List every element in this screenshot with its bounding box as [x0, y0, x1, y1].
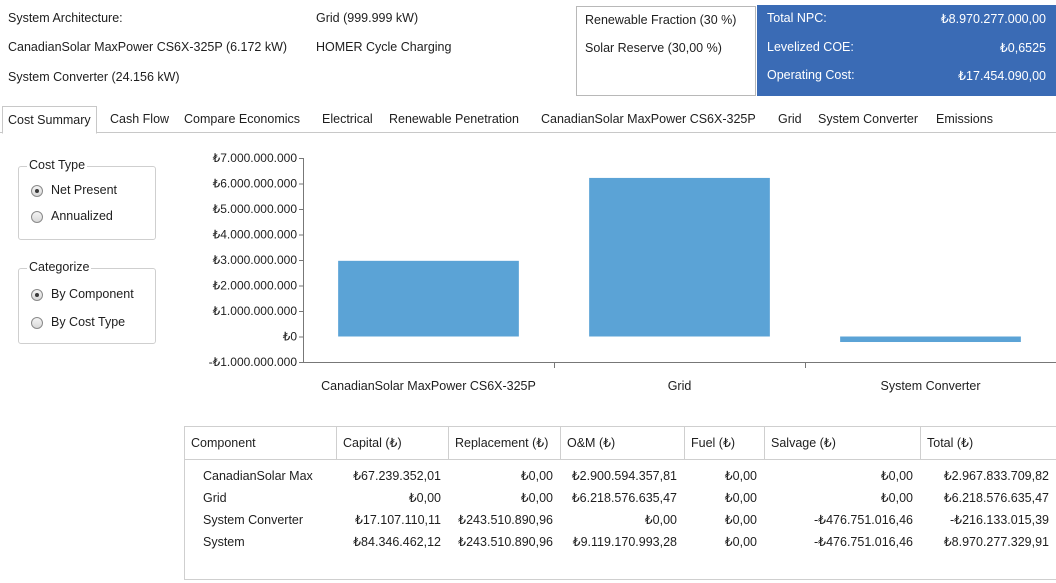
cell-fuel: ₺0,00: [724, 491, 757, 505]
cell-fuel: ₺0,00: [724, 535, 757, 549]
lcoe-label: Levelized COE:: [767, 40, 854, 54]
column-header-replacement[interactable]: Replacement (₺): [449, 427, 561, 460]
cell-fuel: ₺0,00: [724, 513, 757, 527]
table-row[interactable]: System ₺84.346.462,12 ₺243.510.890,96 ₺9.11…: [185, 532, 1056, 552]
column-header-salvage[interactable]: Salvage (₺): [765, 427, 921, 460]
y-tick-label: ₺1.000.000.000: [213, 304, 298, 318]
operating-cost-value: ₺17.454.090,00: [958, 69, 1046, 83]
total-npc-row: Total NPC: ₺8.970.277.000,00: [767, 11, 1046, 33]
cell-om: ₺9.119.170.993,28: [572, 535, 677, 549]
bar: [589, 177, 770, 337]
lcoe-value: ₺0,6525: [999, 41, 1046, 55]
table-row[interactable]: Grid ₺0,00 ₺0,00 ₺6.218.576.635,47 ₺0,00 ₺0,0…: [185, 488, 1056, 508]
cell-fuel: ₺0,00: [724, 469, 757, 483]
cost-totals-panel: Total NPC: ₺8.970.277.000,00 Levelized C…: [757, 5, 1056, 96]
x-category-label: Grid: [668, 379, 692, 393]
total-npc-value: ₺8.970.277.000,00: [940, 12, 1046, 26]
lcoe-row: Levelized COE: ₺0,6525: [767, 40, 1046, 62]
cell-component: CanadianSolar Max: [203, 469, 313, 483]
x-category-label: System Converter: [880, 379, 980, 393]
categorize-title: Categorize: [27, 260, 92, 274]
cell-om: ₺6.218.576.635,47: [571, 491, 677, 505]
converter-architecture-text: System Converter (24.156 kW): [8, 70, 180, 84]
dispatch-strategy-text: HOMER Cycle Charging: [316, 40, 452, 54]
cost-type-group: Cost Type Net Present Annualized: [18, 158, 156, 240]
pv-architecture-text: CanadianSolar MaxPower CS6X-325P (6.172 …: [8, 40, 288, 54]
cell-replacement: ₺243.510.890,96: [458, 535, 553, 549]
y-tick-label: ₺5.000.000.000: [213, 202, 298, 216]
y-tick-label: ₺3.000.000.000: [213, 253, 298, 267]
by-component-label: By Component: [51, 287, 134, 301]
tab-canadiansolar[interactable]: CanadianSolar MaxPower CS6X-325P: [541, 108, 756, 130]
cell-salvage: -₺476.751.016,46: [813, 535, 913, 549]
annualized-label: Annualized: [51, 209, 113, 223]
cell-replacement: ₺243.510.890,96: [458, 513, 553, 527]
total-npc-label: Total NPC:: [767, 11, 827, 25]
operating-cost-label: Operating Cost:: [767, 68, 855, 82]
table-row[interactable]: CanadianSolar Max ₺67.239.352,01 ₺0,00 ₺2.9…: [185, 466, 1056, 486]
renewable-fraction-text: Renewable Fraction (30 %): [585, 13, 737, 27]
cell-capital: ₺67.239.352,01: [353, 469, 441, 483]
tab-renewable-penetration[interactable]: Renewable Penetration: [389, 108, 519, 130]
y-tick-label: ₺6.000.000.000: [213, 177, 298, 191]
system-summary-header: System Architecture: CanadianSolar MaxPo…: [0, 0, 1056, 100]
table-row[interactable]: System Converter ₺17.107.110,11 ₺243.510.8…: [185, 510, 1056, 530]
radio-unselected-icon: [31, 211, 43, 223]
cell-capital: ₺17.107.110,11: [354, 513, 441, 527]
bar: [840, 336, 1021, 343]
cost-summary-chart: ₺7.000.000.000 ₺6.000.000.000 ₺5.000.000.0…: [209, 151, 1056, 393]
cell-om: ₺2.900.594.357,81: [571, 469, 677, 483]
cell-replacement: ₺0,00: [520, 469, 553, 483]
y-tick-label: ₺7.000.000.000: [213, 151, 298, 165]
radio-unselected-icon: [31, 317, 43, 329]
grid-architecture-text: Grid (999.999 kW): [316, 11, 419, 25]
cell-salvage: ₺0,00: [880, 469, 913, 483]
cost-type-title: Cost Type: [27, 158, 88, 172]
tab-system-converter[interactable]: System Converter: [818, 108, 918, 130]
column-header-component[interactable]: Component: [185, 427, 337, 460]
solar-reserve-text: Solar Reserve (30,00 %): [585, 41, 722, 55]
tab-cash-flow[interactable]: Cash Flow: [110, 108, 169, 130]
tab-compare-economics[interactable]: Compare Economics: [184, 108, 300, 130]
cell-replacement: ₺0,00: [520, 491, 553, 505]
y-tick-label: ₺0: [283, 330, 298, 344]
cell-component: Grid: [203, 491, 227, 505]
tab-emissions[interactable]: Emissions: [936, 108, 993, 130]
cell-capital: ₺84.346.462,12: [353, 535, 441, 549]
system-architecture-label: System Architecture:: [8, 11, 123, 25]
results-tab-bar: Cost Summary Cash Flow Compare Economics…: [0, 104, 1056, 134]
tab-electrical[interactable]: Electrical: [322, 108, 373, 130]
y-tick-label: -₺1.000.000.000: [209, 355, 298, 369]
column-header-total[interactable]: Total (₺): [921, 427, 1056, 460]
x-category-label: CanadianSolar MaxPower CS6X-325P: [321, 379, 536, 393]
categorize-group: Categorize By Component By Cost Type: [18, 260, 156, 344]
y-tick-label: ₺4.000.000.000: [213, 228, 298, 242]
y-tick-label: ₺2.000.000.000: [213, 279, 298, 293]
cell-capital: ₺0,00: [408, 491, 441, 505]
cell-salvage: -₺476.751.016,46: [813, 513, 913, 527]
cell-total: ₺6.218.576.635,47: [943, 491, 1049, 505]
column-header-capital[interactable]: Capital (₺): [337, 427, 449, 460]
radio-selected-icon: [31, 185, 43, 197]
bar: [338, 260, 519, 337]
tab-cost-summary[interactable]: Cost Summary: [2, 106, 97, 134]
cell-om: ₺0,00: [644, 513, 677, 527]
cost-summary-table: Component Capital (₺) Replacement (₺) O&…: [184, 426, 1056, 580]
by-cost-type-label: By Cost Type: [51, 315, 126, 329]
tab-grid[interactable]: Grid: [778, 108, 802, 130]
cell-component: System: [203, 535, 245, 549]
operating-cost-row: Operating Cost: ₺17.454.090,00: [767, 68, 1046, 90]
renewable-info-box: Renewable Fraction (30 %) Solar Reserve …: [576, 6, 756, 96]
cell-total: -₺216.133.015,39: [949, 513, 1049, 527]
column-header-om[interactable]: O&M (₺): [561, 427, 685, 460]
radio-selected-icon: [31, 289, 43, 301]
cell-total: ₺2.967.833.709,82: [943, 469, 1049, 483]
net-present-label: Net Present: [51, 183, 118, 197]
cell-total: ₺8.970.277.329,91: [943, 535, 1049, 549]
cell-salvage: ₺0,00: [880, 491, 913, 505]
cell-component: System Converter: [203, 513, 304, 527]
column-header-fuel[interactable]: Fuel (₺): [685, 427, 765, 460]
